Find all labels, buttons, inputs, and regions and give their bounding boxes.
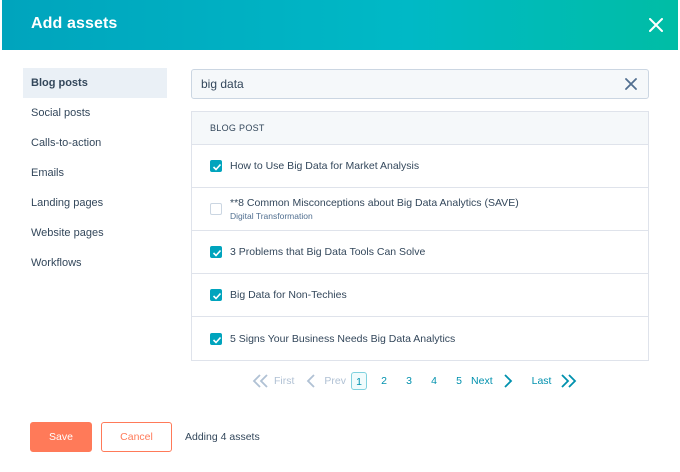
save-button[interactable]: Save xyxy=(30,422,92,452)
row-checkbox[interactable] xyxy=(210,160,222,172)
table-row[interactable]: 3 Problems that Big Data Tools Can Solve xyxy=(192,231,648,274)
sidebar-item-calls-to-action[interactable]: Calls-to-action xyxy=(23,128,167,158)
search-input[interactable] xyxy=(192,70,612,98)
table-row[interactable]: 5 Signs Your Business Needs Big Data Ana… xyxy=(192,317,648,360)
chevron-right-icon xyxy=(503,374,512,388)
row-checkbox[interactable] xyxy=(210,203,222,215)
row-text: 3 Problems that Big Data Tools Can Solve xyxy=(230,246,425,258)
page-5[interactable]: 5 xyxy=(451,372,467,390)
first-label: First xyxy=(274,375,295,387)
page-4[interactable]: 4 xyxy=(426,372,442,390)
row-checkbox[interactable] xyxy=(210,332,222,345)
row-text: How to Use Big Data for Market Analysis xyxy=(230,160,419,172)
column-header: BLOG POST xyxy=(192,112,648,145)
pagination-next[interactable]: Next xyxy=(471,374,513,388)
double-chevron-left-icon xyxy=(252,374,268,388)
checkmark-icon xyxy=(212,163,222,171)
asset-type-sidebar: Blog posts Social posts Calls-to-action … xyxy=(23,68,167,278)
prev-label: Prev xyxy=(324,375,347,387)
table-row[interactable]: How to Use Big Data for Market Analysis xyxy=(192,145,648,188)
dialog-footer: Save Cancel Adding 4 assets xyxy=(30,422,260,452)
sidebar-item-workflows[interactable]: Workflows xyxy=(23,248,167,278)
row-title: **8 Common Misconceptions about Big Data… xyxy=(230,197,519,209)
dialog-title: Add assets xyxy=(31,15,118,32)
pagination: First Prev 1 2 3 4 5 Next Last xyxy=(252,370,577,392)
checkmark-icon xyxy=(212,292,222,300)
double-chevron-right-icon xyxy=(561,374,577,388)
sidebar-item-emails[interactable]: Emails xyxy=(23,158,167,188)
chevron-left-icon xyxy=(307,374,316,388)
pagination-first: First xyxy=(252,374,294,388)
sidebar-item-website-pages[interactable]: Website pages xyxy=(23,218,167,248)
row-title: 5 Signs Your Business Needs Big Data Ana… xyxy=(230,332,456,345)
sidebar-item-social-posts[interactable]: Social posts xyxy=(23,98,167,128)
clear-icon[interactable] xyxy=(624,77,638,91)
next-label: Next xyxy=(471,375,493,387)
row-title: Big Data for Non-Techies xyxy=(230,289,347,301)
row-title: How to Use Big Data for Market Analysis xyxy=(230,160,420,172)
checkmark-icon xyxy=(212,249,222,257)
results-table: BLOG POST How to Use Big Data for Market… xyxy=(191,111,649,361)
close-icon xyxy=(649,18,663,32)
cancel-button[interactable]: Cancel xyxy=(101,422,172,452)
sidebar-item-landing-pages[interactable]: Landing pages xyxy=(23,188,167,218)
last-label: Last xyxy=(531,375,552,387)
table-row[interactable]: **8 Common Misconceptions about Big Data… xyxy=(192,188,648,231)
row-text: Big Data for Non-Techies xyxy=(230,289,347,301)
close-button[interactable] xyxy=(644,13,668,37)
page-3[interactable]: 3 xyxy=(401,372,417,390)
dialog-header: Add assets xyxy=(2,0,678,50)
selection-status: Adding 4 assets xyxy=(185,431,260,443)
search-box xyxy=(191,69,649,99)
row-text: **8 Common Misconceptions about Big Data… xyxy=(230,197,519,221)
row-subtitle: Digital Transformation xyxy=(230,211,313,221)
pagination-last[interactable]: Last xyxy=(532,374,578,388)
sidebar-item-blog-posts[interactable]: Blog posts xyxy=(23,68,167,98)
page-2[interactable]: 2 xyxy=(376,372,392,390)
checkmark-icon xyxy=(212,336,222,344)
row-text: 5 Signs Your Business Needs Big Data Ana… xyxy=(230,333,455,345)
row-title: 3 Problems that Big Data Tools Can Solve xyxy=(230,246,426,258)
page-1[interactable]: 1 xyxy=(351,372,368,390)
pagination-prev: Prev xyxy=(306,374,346,388)
row-checkbox[interactable] xyxy=(210,289,222,301)
row-checkbox[interactable] xyxy=(210,246,222,258)
table-row[interactable]: Big Data for Non-Techies xyxy=(192,274,648,317)
